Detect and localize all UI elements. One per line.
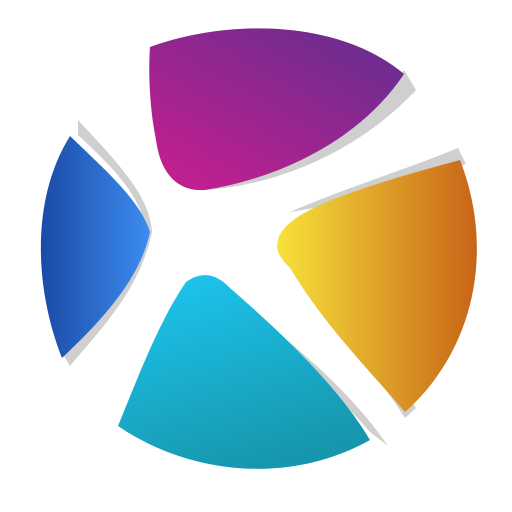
four-petal-circle-logo	[40, 28, 477, 469]
purple-petal	[149, 28, 404, 191]
logo-canvas	[0, 0, 512, 512]
